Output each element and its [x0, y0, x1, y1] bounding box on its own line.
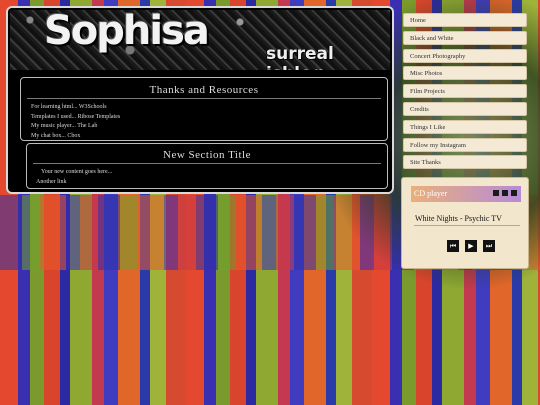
- nav-item-concert-photography[interactable]: Concert Photography: [403, 48, 527, 63]
- cd-player: CD player White Nights - Psychic TV ⏮ ▶ …: [401, 177, 529, 269]
- nav-item-film-projects[interactable]: Film Projects: [403, 84, 527, 99]
- resource-link-templates[interactable]: Templates I used... Ribose Templates: [21, 113, 387, 123]
- site-logo[interactable]: Sophisa: [44, 10, 210, 54]
- section-title: Thanks and Resources: [149, 84, 259, 96]
- sidebar-nav: Home Black and White Concert Photography…: [403, 13, 527, 173]
- player-title: CD player: [414, 189, 448, 198]
- window-control-icon[interactable]: [502, 190, 508, 196]
- player-controls: ⏮ ▶ ⏭: [447, 235, 497, 252]
- nav-item-home[interactable]: Home: [403, 13, 527, 27]
- nav-item-misc-photos[interactable]: Misc Photos: [403, 66, 527, 81]
- thanks-resources-box: Thanks and Resources For learning html..…: [20, 77, 388, 141]
- track-display: White Nights - Psychic TV: [414, 214, 520, 226]
- divider: [33, 163, 381, 164]
- section-content: Your new content goes here...: [41, 169, 113, 175]
- main-panel: Sophisa surreal isblog Thanks and Resour…: [6, 6, 394, 194]
- window-control-icon[interactable]: [493, 190, 499, 196]
- header-banner: Sophisa surreal isblog: [10, 10, 390, 70]
- previous-track-icon[interactable]: ⏮: [447, 240, 459, 252]
- divider: [27, 98, 381, 99]
- site-tagline: surreal isblog: [266, 44, 334, 70]
- nav-item-site-thanks[interactable]: Site Thanks: [403, 155, 527, 170]
- player-header: CD player: [411, 186, 521, 202]
- nav-item-instagram[interactable]: Follow my Instagram: [403, 137, 527, 152]
- section-title: New Section Title: [163, 149, 251, 161]
- play-icon[interactable]: ▶: [465, 240, 477, 252]
- resource-link-w3schools[interactable]: For learning html... W3Schools: [21, 103, 387, 113]
- nav-item-credits[interactable]: Credits: [403, 101, 527, 116]
- nav-item-black-and-white[interactable]: Black and White: [403, 30, 527, 45]
- resource-link-chat-box[interactable]: My chat box... Cbox: [21, 132, 387, 142]
- nav-item-things-i-like[interactable]: Things I Like: [403, 119, 527, 134]
- window-control-icon[interactable]: [511, 190, 517, 196]
- new-section-box: New Section Title Your new content goes …: [26, 143, 388, 189]
- next-track-icon[interactable]: ⏭: [483, 240, 495, 252]
- resource-link-music-player[interactable]: My music player... The Lab: [21, 122, 387, 132]
- section-link[interactable]: Another link: [27, 178, 387, 188]
